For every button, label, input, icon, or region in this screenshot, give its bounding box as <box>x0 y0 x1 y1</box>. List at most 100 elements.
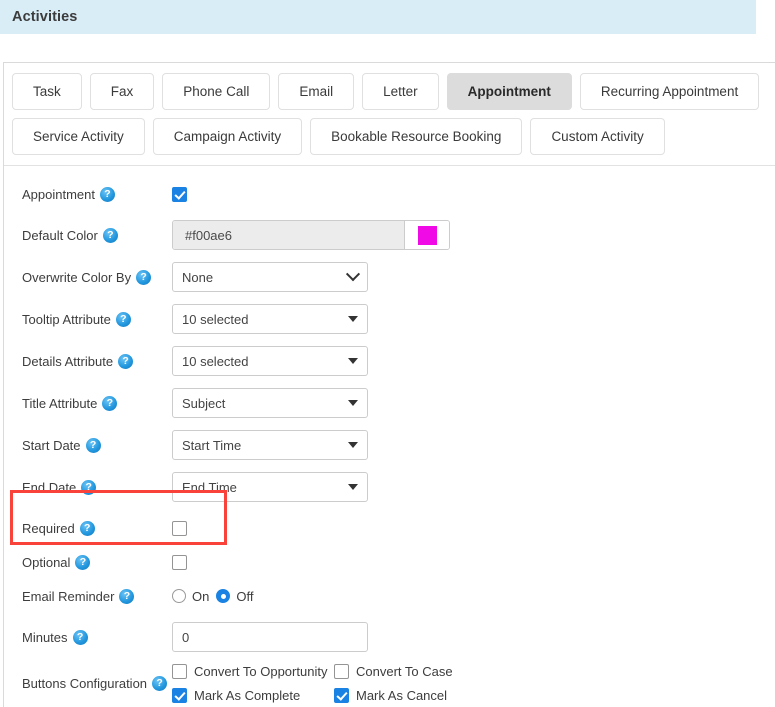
checkbox-convert-to-opportunity[interactable]: Convert To Opportunity <box>172 664 334 679</box>
caret-down-icon <box>348 358 358 364</box>
caret-down-icon <box>348 400 358 406</box>
convert-to-case-checkbox[interactable] <box>334 664 349 679</box>
label-overwrite-color-by: Overwrite Color By ? <box>22 269 172 285</box>
title-attribute-value: Subject <box>182 395 226 411</box>
convert-to-opportunity-checkbox[interactable] <box>172 664 187 679</box>
help-icon[interactable]: ? <box>152 676 168 691</box>
help-icon[interactable]: ? <box>115 311 131 327</box>
label-end-date-text: End Date <box>22 479 77 495</box>
tab-appointment[interactable]: Appointment <box>446 73 572 110</box>
chevron-down-icon <box>345 267 361 282</box>
help-icon[interactable]: ? <box>85 437 101 453</box>
email-reminder-option-on[interactable]: On <box>172 589 209 604</box>
default-color-input[interactable]: #f00ae6 <box>173 221 405 249</box>
row-end-date: End Date ? End Time <box>4 472 775 502</box>
label-overwrite-color-by-text: Overwrite Color By <box>22 269 132 285</box>
control-details-attribute: 10 selected <box>172 346 368 376</box>
tab-fax-label: Fax <box>110 84 134 99</box>
appointment-settings-form: Appointment ? Default Color ? #f00ae6 Ov… <box>4 166 775 703</box>
help-icon[interactable]: ? <box>102 395 118 411</box>
row-overwrite-color-by: Overwrite Color By ? None <box>4 262 775 292</box>
tab-recurring-appointment-label: Recurring Appointment <box>600 84 739 99</box>
tooltip-attribute-select[interactable]: 10 selected <box>172 304 368 334</box>
radio-off[interactable] <box>216 589 231 603</box>
tab-phone-call[interactable]: Phone Call <box>162 73 271 110</box>
tab-letter[interactable]: Letter <box>362 73 439 110</box>
label-title-attribute-text: Title Attribute <box>22 395 98 411</box>
page-header: Activities <box>0 0 756 34</box>
tooltip-attribute-value: 10 selected <box>182 311 249 327</box>
tab-fax[interactable]: Fax <box>89 73 155 110</box>
start-date-select[interactable]: Start Time <box>172 430 368 460</box>
checkbox-mark-as-cancel[interactable]: Mark As Cancel <box>334 688 453 703</box>
tab-email-label: Email <box>299 84 334 99</box>
control-tooltip-attribute: 10 selected <box>172 304 368 334</box>
tab-service-activity[interactable]: Service Activity <box>12 118 145 155</box>
tab-email[interactable]: Email <box>278 73 355 110</box>
row-title-attribute: Title Attribute ? Subject <box>4 388 775 418</box>
checkbox-convert-to-case[interactable]: Convert To Case <box>334 664 453 679</box>
help-icon[interactable]: ? <box>102 227 118 243</box>
label-tooltip-attribute-text: Tooltip Attribute <box>22 311 111 327</box>
label-appointment: Appointment ? <box>22 186 172 202</box>
control-title-attribute: Subject <box>172 388 368 418</box>
buttons-configuration-grid: Convert To Opportunity Convert To Case M… <box>172 664 453 703</box>
control-buttons-configuration: Convert To Opportunity Convert To Case M… <box>172 664 453 703</box>
help-icon[interactable]: ? <box>119 588 135 604</box>
appointment-checkbox[interactable] <box>172 186 187 202</box>
default-color-swatch-button[interactable] <box>405 221 449 249</box>
label-tooltip-attribute: Tooltip Attribute ? <box>22 311 172 327</box>
row-appointment: Appointment ? <box>4 180 775 208</box>
required-checkbox[interactable] <box>172 520 187 536</box>
label-start-date-text: Start Date <box>22 437 81 453</box>
tab-custom-activity[interactable]: Custom Activity <box>530 118 665 155</box>
details-attribute-value: 10 selected <box>182 353 249 369</box>
help-icon[interactable]: ? <box>81 479 97 495</box>
label-minutes: Minutes ? <box>22 629 172 645</box>
label-optional: Optional ? <box>22 554 172 570</box>
tab-recurring-appointment[interactable]: Recurring Appointment <box>579 73 760 110</box>
end-date-select[interactable]: End Time <box>172 472 368 502</box>
control-start-date: Start Time <box>172 430 368 460</box>
activity-type-tabs: Task Fax Phone Call Email Letter Appoint… <box>4 63 775 166</box>
email-reminder-radio-group: On Off <box>172 589 253 604</box>
end-date-value: End Time <box>182 479 237 495</box>
email-reminder-option-off[interactable]: Off <box>216 589 253 604</box>
tab-task[interactable]: Task <box>12 73 82 110</box>
tab-appointment-label: Appointment <box>467 84 551 99</box>
help-icon[interactable]: ? <box>100 186 115 202</box>
tab-task-label: Task <box>33 84 61 99</box>
control-minutes <box>172 622 368 652</box>
row-required: Required ? <box>4 514 775 542</box>
label-email-reminder: Email Reminder ? <box>22 588 172 604</box>
radio-off-label: Off <box>236 588 254 604</box>
help-icon[interactable]: ? <box>75 554 91 570</box>
label-details-attribute-text: Details Attribute <box>22 353 114 369</box>
optional-checkbox[interactable] <box>172 554 187 570</box>
row-buttons-configuration: Buttons Configuration ? Convert To Oppor… <box>4 664 775 703</box>
tab-service-activity-label: Service Activity <box>33 129 124 144</box>
tab-campaign-activity[interactable]: Campaign Activity <box>152 118 303 155</box>
tab-bookable-resource-booking[interactable]: Bookable Resource Booking <box>310 118 523 155</box>
mark-as-cancel-label: Mark As Cancel <box>356 688 448 703</box>
label-optional-text: Optional <box>22 554 71 570</box>
radio-on-label: On <box>192 588 210 604</box>
tab-row-1: Task Fax Phone Call Email Letter Appoint… <box>4 73 775 110</box>
checkbox-mark-as-complete[interactable]: Mark As Complete <box>172 688 334 703</box>
help-icon[interactable]: ? <box>79 520 95 536</box>
mark-as-complete-label: Mark As Complete <box>194 688 301 703</box>
radio-on[interactable] <box>172 589 186 603</box>
title-attribute-select[interactable]: Subject <box>172 388 368 418</box>
row-tooltip-attribute: Tooltip Attribute ? 10 selected <box>4 304 775 334</box>
row-email-reminder: Email Reminder ? On Off <box>4 582 775 610</box>
help-icon[interactable]: ? <box>72 629 88 645</box>
overwrite-color-by-value: None <box>182 269 214 285</box>
overwrite-color-by-select[interactable]: None <box>172 262 368 292</box>
minutes-input[interactable] <box>172 622 368 652</box>
mark-as-cancel-checkbox[interactable] <box>334 688 349 703</box>
help-icon[interactable]: ? <box>118 353 134 369</box>
details-attribute-select[interactable]: 10 selected <box>172 346 368 376</box>
help-icon[interactable]: ? <box>136 269 152 285</box>
mark-as-complete-checkbox[interactable] <box>172 688 187 703</box>
label-appointment-text: Appointment <box>22 186 95 202</box>
